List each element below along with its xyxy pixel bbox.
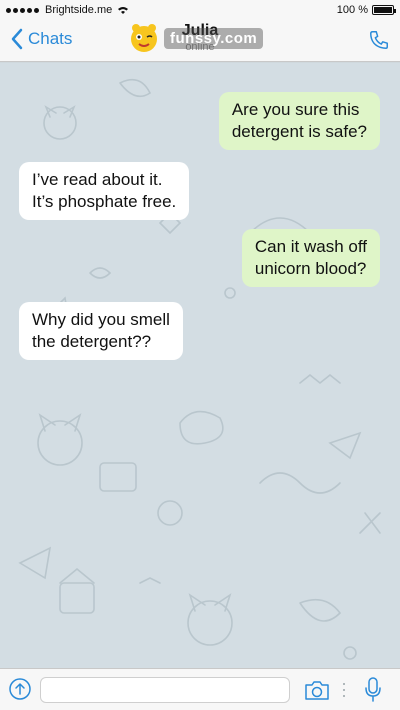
message-line: Are you sure this: [231, 100, 360, 119]
microphone-icon[interactable]: [364, 677, 382, 703]
watermark-logo: [131, 24, 157, 52]
doodle-background: [18, 78, 381, 660]
incoming-message[interactable]: I’ve read about it. It’s phosphate free.: [19, 162, 190, 220]
camera-icon[interactable]: [304, 679, 330, 701]
input-bar: [0, 668, 400, 710]
status-bar: Brightside.me 100 %: [0, 0, 400, 20]
incoming-message[interactable]: Why did you smell the detergent??: [19, 302, 183, 360]
status-right: 100 %: [336, 4, 396, 16]
message-line: Why did you smell: [32, 310, 170, 329]
battery-icon: [372, 5, 396, 15]
carrier-label: Brightside.me: [45, 4, 113, 16]
attach-icon[interactable]: [9, 678, 31, 700]
message-input[interactable]: [40, 677, 290, 703]
watermark: funssy.com: [128, 22, 264, 54]
chat-area[interactable]: Are you sure this detergent is safe? I’ve …: [0, 63, 400, 668]
message-line: I’ve read about it.: [32, 170, 163, 189]
message-line: It’s phosphate free.: [32, 192, 177, 211]
status-left: Brightside.me: [6, 4, 129, 16]
separator-dots: [343, 683, 345, 697]
wifi-icon: [118, 7, 129, 14]
battery-percent: 100 %: [336, 4, 368, 16]
signal-icon: [6, 7, 39, 13]
outgoing-message[interactable]: Can it wash off unicorn blood?: [241, 229, 380, 287]
battery-fill: [374, 7, 392, 13]
message-line: unicorn blood?: [254, 259, 367, 278]
watermark-text: funssy.com: [164, 27, 264, 49]
message-line: Can it wash off: [254, 237, 367, 256]
phone-icon[interactable]: [368, 29, 390, 51]
message-line: the detergent??: [32, 332, 152, 351]
outgoing-message[interactable]: Are you sure this detergent is safe?: [218, 92, 380, 150]
message-line: detergent is safe?: [231, 122, 367, 141]
